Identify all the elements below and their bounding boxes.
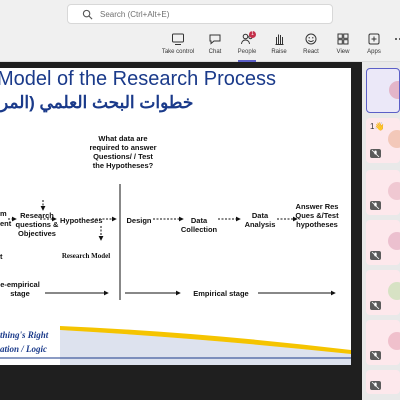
title-bar: Search (Ctrl+Alt+E) bbox=[0, 0, 400, 30]
search-box[interactable]: Search (Ctrl+Alt+E) bbox=[67, 4, 333, 24]
react-icon bbox=[305, 33, 317, 45]
view-icon bbox=[337, 33, 349, 45]
people-badge: 1 bbox=[249, 31, 256, 38]
step-design: Design bbox=[126, 216, 152, 225]
step-research-questions: Research questions & Objectives bbox=[15, 211, 59, 238]
step-problem-fragment-1: m bbox=[0, 209, 7, 218]
take-control-icon bbox=[172, 33, 184, 45]
more-button[interactable] bbox=[390, 32, 400, 60]
footer-text-1: thing's Right bbox=[0, 330, 49, 340]
raise-hand-button[interactable]: Raise bbox=[261, 32, 297, 60]
footer-text-2: ation / Logic bbox=[0, 344, 47, 354]
slide-footer-band bbox=[0, 324, 351, 365]
participant-tile[interactable] bbox=[366, 170, 400, 215]
people-button[interactable]: 1 People bbox=[229, 31, 265, 62]
apps-icon bbox=[368, 33, 380, 45]
meeting-toolbar: Take control Chat 1 People Raise React V… bbox=[0, 30, 400, 62]
pre-empirical-stage: e-empirical stage bbox=[0, 280, 40, 298]
participant-tile[interactable] bbox=[366, 220, 400, 265]
search-placeholder: Search (Ctrl+Alt+E) bbox=[100, 9, 170, 19]
chat-button[interactable]: Chat bbox=[197, 32, 233, 60]
more-icon bbox=[395, 38, 400, 40]
step-data-analysis: Data Analysis bbox=[244, 211, 276, 229]
apps-button[interactable]: Apps bbox=[356, 32, 392, 60]
avatar bbox=[388, 232, 400, 250]
raise-hand-icon bbox=[275, 34, 284, 45]
mic-off-icon bbox=[370, 351, 381, 360]
search-icon bbox=[82, 9, 93, 19]
mic-off-icon bbox=[370, 301, 381, 310]
take-control-label: Take control bbox=[161, 49, 195, 55]
avatar bbox=[388, 182, 400, 200]
participant-tile[interactable] bbox=[366, 370, 400, 394]
participant-tile[interactable] bbox=[366, 270, 400, 315]
chat-icon bbox=[209, 34, 221, 45]
question-text: What data are required to answer Questio… bbox=[89, 134, 157, 170]
mic-off-icon bbox=[370, 251, 381, 260]
step-answer: Answer Res Ques &/Test hypotheses bbox=[295, 202, 339, 229]
chat-label: Chat bbox=[208, 49, 222, 55]
people-label: People bbox=[237, 49, 257, 55]
apps-label: Apps bbox=[367, 49, 381, 55]
research-model-label: Research Model bbox=[61, 252, 111, 260]
participant-tile[interactable]: 1👋 bbox=[366, 118, 400, 163]
participant-tile[interactable] bbox=[366, 68, 400, 113]
mic-off-icon bbox=[370, 201, 381, 210]
shared-slide: Model of the Research Process خطوات البح… bbox=[0, 68, 351, 365]
mic-off-icon bbox=[370, 381, 381, 390]
mic-off-icon bbox=[370, 149, 381, 158]
react-button[interactable]: React bbox=[293, 32, 329, 60]
react-label: React bbox=[303, 49, 319, 55]
dot-fragment: o bbox=[1, 185, 6, 194]
empirical-stage: Empirical stage bbox=[193, 289, 249, 298]
raise-label: Raise bbox=[271, 49, 287, 55]
step-data-collection: Data Collection bbox=[180, 216, 218, 234]
participant-tile[interactable] bbox=[366, 320, 400, 365]
fragment-t: t bbox=[0, 252, 3, 261]
step-problem-fragment-2: ent bbox=[0, 219, 12, 228]
avatar bbox=[388, 282, 400, 300]
avatar bbox=[388, 130, 400, 148]
avatar bbox=[389, 81, 399, 99]
avatar bbox=[388, 332, 400, 350]
take-control-button[interactable]: Take control bbox=[160, 32, 196, 60]
step-hypotheses: Hypotheses bbox=[60, 216, 103, 225]
raised-hand-indicator: 1👋 bbox=[370, 122, 385, 131]
